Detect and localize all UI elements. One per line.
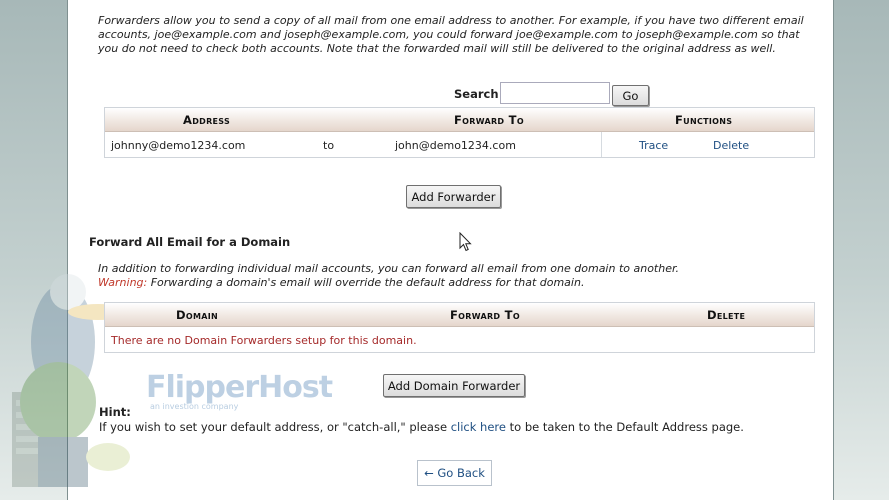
- hint-text-after: to be taken to the Default Address page.: [505, 420, 744, 434]
- forwarder-to-label: to: [323, 139, 335, 152]
- go-button[interactable]: Go: [612, 85, 649, 106]
- forwarders-table: Address Forward To Functions johnny@demo…: [104, 107, 815, 158]
- column-header-delete: Delete: [707, 308, 746, 322]
- warning-label: Warning:: [98, 276, 148, 289]
- default-address-link[interactable]: click here: [451, 420, 506, 434]
- left-page-border: [0, 0, 68, 500]
- forwarder-destination: john@demo1234.com: [395, 139, 516, 152]
- watermark-brand: FlipperHost: [146, 370, 333, 405]
- hint-title: Hint:: [99, 405, 131, 419]
- add-forwarder-button[interactable]: Add Forwarder: [406, 185, 501, 208]
- mouse-cursor-icon: [459, 232, 472, 252]
- column-header-domain-forward-to: Forward To: [450, 308, 520, 322]
- hint-text: If you wish to set your default address,…: [99, 420, 744, 434]
- search-label: Search: [454, 87, 499, 101]
- search-input[interactable]: [500, 82, 610, 104]
- domain-forwarding-warning: Warning: Forwarding a domain's email wil…: [98, 276, 818, 290]
- delete-forwarder-link[interactable]: Delete: [713, 139, 749, 152]
- column-header-domain: Domain: [176, 308, 218, 322]
- warning-text: Forwarding a domain's email will overrid…: [147, 276, 585, 289]
- forwarder-address: johnny@demo1234.com: [111, 139, 246, 152]
- trace-link[interactable]: Trace: [639, 139, 668, 152]
- domain-forwarding-intro: In addition to forwarding individual mai…: [98, 262, 679, 275]
- forwarders-table-header: Address Forward To Functions: [105, 108, 814, 132]
- forwarders-description: Forwarders allow you to send a copy of a…: [98, 14, 804, 55]
- no-domain-forwarders-message: There are no Domain Forwarders setup for…: [111, 334, 417, 347]
- add-domain-forwarder-button[interactable]: Add Domain Forwarder: [383, 374, 525, 397]
- domain-forwarders-table: Domain Forward To Delete There are no Do…: [104, 302, 815, 353]
- hint-text-before: If you wish to set your default address,…: [99, 420, 451, 434]
- domain-forwarders-table-header: Domain Forward To Delete: [105, 303, 814, 327]
- watermark-tagline: an investion company: [150, 402, 239, 411]
- functions-column-divider: [601, 132, 602, 157]
- go-back-button[interactable]: ← Go Back: [417, 460, 492, 486]
- domain-forwarding-description: In addition to forwarding individual mai…: [98, 262, 818, 290]
- right-page-border: [833, 0, 889, 500]
- column-header-address: Address: [183, 113, 231, 127]
- domain-forwarding-title: Forward All Email for a Domain: [89, 235, 291, 249]
- column-header-functions: Functions: [675, 113, 733, 127]
- column-header-forward-to: Forward To: [454, 113, 524, 127]
